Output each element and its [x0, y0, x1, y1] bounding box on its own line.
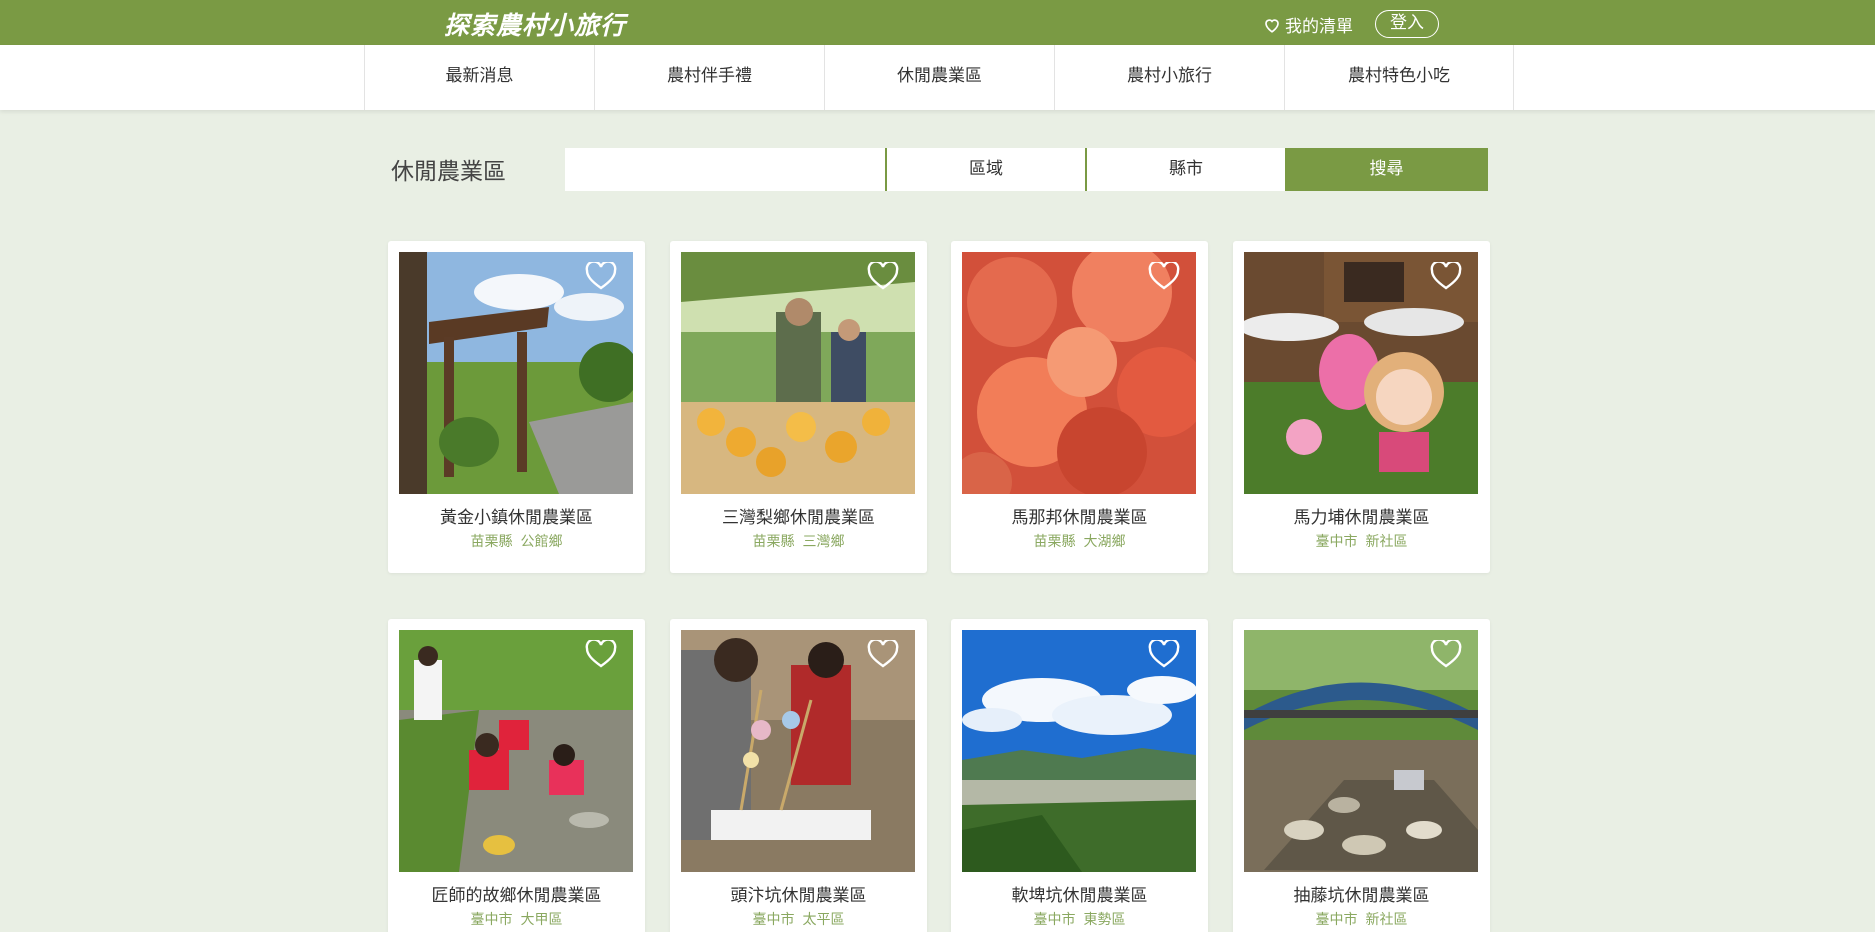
card-photo[interactable] [962, 630, 1196, 872]
top-bar: 探索農村小旅行 我的清單 登入 [0, 0, 1875, 45]
card-photo[interactable] [681, 630, 915, 872]
card-photo[interactable] [1244, 630, 1478, 872]
card-county: 苗栗縣 [470, 534, 513, 550]
card-town: 太平區 [802, 912, 845, 928]
login-button[interactable]: 登入 [1375, 10, 1439, 38]
card-location: 臺中市 東勢區 [951, 909, 1208, 929]
card-town: 大甲區 [520, 912, 563, 928]
favorites-link[interactable]: 我的清單 [1263, 12, 1353, 37]
card-town: 新社區 [1365, 912, 1408, 928]
card-county: 苗栗縣 [1033, 534, 1076, 550]
card-title[interactable]: 軟埤坑休閒農業區 [951, 881, 1208, 906]
card-title[interactable]: 匠師的故鄉休閒農業區 [388, 881, 645, 906]
search-input[interactable] [565, 148, 885, 191]
search-button[interactable]: 搜尋 [1285, 148, 1488, 191]
card-town: 東勢區 [1083, 912, 1126, 928]
nav-item-leisure-areas[interactable]: 休閒農業區 [824, 45, 1054, 110]
main-nav: 最新消息 農村伴手禮 休閒農業區 農村小旅行 農村特色小吃 [0, 45, 1875, 110]
card-photo[interactable] [681, 252, 915, 494]
card-county: 臺中市 [1315, 534, 1358, 550]
farm-area-card[interactable]: 抽藤坑休閒農業區 臺中市 新社區 [1233, 619, 1490, 932]
heart-icon[interactable] [1148, 640, 1180, 668]
card-location: 臺中市 大甲區 [388, 909, 645, 929]
heart-icon[interactable] [1148, 262, 1180, 290]
card-location: 臺中市 新社區 [1233, 531, 1490, 551]
heart-icon[interactable] [1430, 640, 1462, 668]
card-town: 公館鄉 [520, 534, 563, 550]
card-photo[interactable] [399, 252, 633, 494]
nav-item-rural-trips[interactable]: 農村小旅行 [1054, 45, 1284, 110]
card-town: 大湖鄉 [1083, 534, 1126, 550]
card-title[interactable]: 黃金小鎮休閒農業區 [388, 503, 645, 528]
card-title[interactable]: 抽藤坑休閒農業區 [1233, 881, 1490, 906]
card-county: 苗栗縣 [752, 534, 795, 550]
card-location: 苗栗縣 三灣鄉 [670, 531, 927, 551]
card-town: 三灣鄉 [802, 534, 845, 550]
card-location: 苗栗縣 大湖鄉 [951, 531, 1208, 551]
card-title[interactable]: 頭汴坑休閒農業區 [670, 881, 927, 906]
farm-area-card[interactable]: 馬那邦休閒農業區 苗栗縣 大湖鄉 [951, 241, 1208, 573]
card-county: 臺中市 [470, 912, 513, 928]
favorites-label: 我的清單 [1285, 17, 1353, 37]
heart-icon[interactable] [585, 640, 617, 668]
heart-icon[interactable] [867, 640, 899, 668]
nav-item-news[interactable]: 最新消息 [364, 45, 594, 110]
farm-area-card[interactable]: 頭汴坑休閒農業區 臺中市 太平區 [670, 619, 927, 932]
farm-area-card[interactable]: 三灣梨鄉休閒農業區 苗栗縣 三灣鄉 [670, 241, 927, 573]
page-title: 休閒農業區 [391, 159, 506, 185]
nav-item-souvenirs[interactable]: 農村伴手禮 [594, 45, 824, 110]
card-location: 苗栗縣 公館鄉 [388, 531, 645, 551]
card-title[interactable]: 馬力埔休閒農業區 [1233, 503, 1490, 528]
card-town: 新社區 [1365, 534, 1408, 550]
farm-area-card[interactable]: 黃金小鎮休閒農業區 苗栗縣 公館鄉 [388, 241, 645, 573]
region-select[interactable]: 區域 [887, 148, 1085, 191]
card-photo[interactable] [962, 252, 1196, 494]
nav-item-snacks[interactable]: 農村特色小吃 [1284, 45, 1514, 110]
heart-icon [1265, 18, 1279, 33]
heart-icon[interactable] [867, 262, 899, 290]
card-county: 臺中市 [752, 912, 795, 928]
card-photo[interactable] [399, 630, 633, 872]
site-logo[interactable]: 探索農村小旅行 [444, 6, 626, 42]
card-county: 臺中市 [1315, 912, 1358, 928]
heart-icon[interactable] [1430, 262, 1462, 290]
card-location: 臺中市 太平區 [670, 909, 927, 929]
card-location: 臺中市 新社區 [1233, 909, 1490, 929]
card-photo[interactable] [1244, 252, 1478, 494]
card-title[interactable]: 三灣梨鄉休閒農業區 [670, 503, 927, 528]
heart-icon[interactable] [585, 262, 617, 290]
farm-area-card[interactable]: 軟埤坑休閒農業區 臺中市 東勢區 [951, 619, 1208, 932]
county-select[interactable]: 縣市 [1087, 148, 1285, 191]
farm-area-card[interactable]: 匠師的故鄉休閒農業區 臺中市 大甲區 [388, 619, 645, 932]
card-county: 臺中市 [1033, 912, 1076, 928]
card-title[interactable]: 馬那邦休閒農業區 [951, 503, 1208, 528]
farm-area-card[interactable]: 馬力埔休閒農業區 臺中市 新社區 [1233, 241, 1490, 573]
